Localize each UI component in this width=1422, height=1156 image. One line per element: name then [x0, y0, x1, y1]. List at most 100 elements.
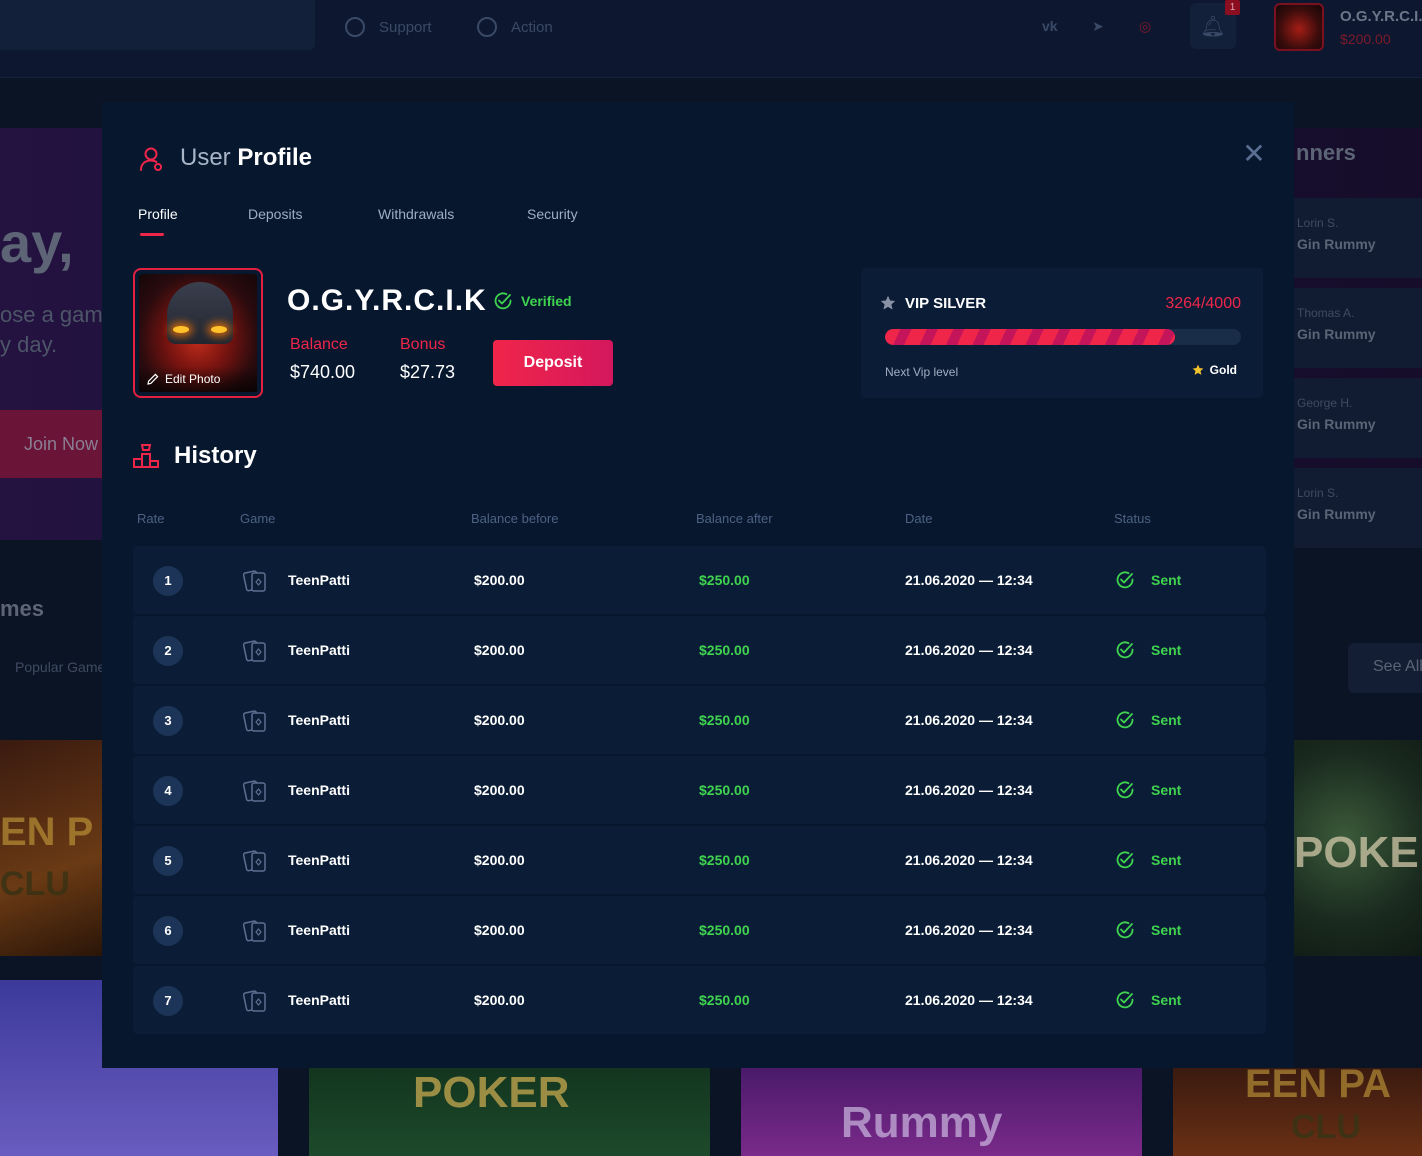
balance-after: $250.00 — [699, 922, 750, 938]
balance-label: Balance — [290, 336, 348, 353]
support-link[interactable]: Support — [345, 16, 432, 38]
telegram-icon[interactable]: ➤ — [1092, 18, 1104, 35]
status-badge: Sent — [1115, 570, 1181, 590]
search-bar[interactable] — [0, 0, 315, 50]
winner-name: Lorin S. — [1297, 486, 1339, 500]
profile-tabs: Profile Deposits Withdrawals Security — [138, 206, 638, 242]
column-header-balance-before: Balance before — [471, 511, 559, 526]
game-name: TeenPatti — [288, 712, 350, 728]
balance-before: $200.00 — [474, 922, 525, 938]
popular-games-filter[interactable]: Popular Game — [15, 659, 105, 675]
playing-cards-icon — [243, 570, 266, 592]
edit-photo-label: Edit Photo — [165, 372, 221, 386]
percent-icon — [477, 17, 497, 37]
table-row[interactable]: 3 TeenPatti $200.00 $250.00 21.06.2020 —… — [133, 686, 1266, 754]
transaction-date: 21.06.2020 — 12:34 — [905, 992, 1033, 1008]
playing-cards-icon — [243, 850, 266, 872]
hero-title: ay, — [0, 211, 74, 274]
status-badge: Sent — [1115, 640, 1181, 660]
game-tile-teenpatti-2[interactable]: EEN PA CLU — [1173, 1068, 1422, 1156]
vip-title: VIP SILVER — [905, 295, 987, 312]
game-name: TeenPatti — [288, 852, 350, 868]
edit-photo-button[interactable]: Edit Photo — [139, 366, 257, 392]
profile-avatar[interactable]: Edit Photo — [133, 268, 263, 398]
instagram-icon[interactable]: ◎ — [1139, 18, 1151, 35]
balance-before: $200.00 — [474, 782, 525, 798]
status-badge: Sent — [1115, 850, 1181, 870]
game-tile-teenpatti[interactable]: EN P CLU — [0, 740, 102, 956]
modal-title-emphasis: Profile — [237, 144, 313, 171]
column-header-date: Date — [905, 511, 933, 526]
tile-title: POKE — [1294, 828, 1419, 877]
transaction-date: 21.06.2020 — 12:34 — [905, 712, 1033, 728]
column-header-status: Status — [1114, 511, 1151, 526]
status-label: Sent — [1151, 782, 1182, 798]
status-check-icon — [1116, 921, 1134, 939]
games-title: mes — [0, 596, 45, 621]
balance-after: $250.00 — [699, 642, 750, 658]
status-badge: Sent — [1115, 990, 1181, 1010]
action-link[interactable]: Action — [477, 16, 553, 38]
game-name: TeenPatti — [288, 572, 350, 588]
column-header-balance-after: Balance after — [696, 511, 773, 526]
table-row[interactable]: 1 TeenPatti $200.00 $250.00 21.06.2020 —… — [133, 546, 1266, 614]
table-row[interactable]: 4 TeenPatti $200.00 $250.00 21.06.2020 —… — [133, 756, 1266, 824]
close-icon[interactable]: ✕ — [1242, 140, 1266, 168]
modal-title: User Profile — [180, 144, 312, 172]
deposit-button[interactable]: Deposit — [493, 340, 613, 386]
table-row[interactable]: 5 TeenPatti $200.00 $250.00 21.06.2020 —… — [133, 826, 1266, 894]
tile-title: EN P — [0, 810, 94, 854]
winner-card: Thomas A. Gin Rummy — [1290, 288, 1422, 368]
bonus-label: Bonus — [400, 336, 446, 353]
hero-subtitle-line: ose a gam — [0, 302, 103, 327]
table-row[interactable]: 6 TeenPatti $200.00 $250.00 21.06.2020 —… — [133, 896, 1266, 964]
header-avatar[interactable] — [1274, 3, 1324, 51]
support-label: Support — [379, 18, 432, 36]
winner-card: George H. Gin Rummy — [1290, 378, 1422, 458]
winner-game: Gin Rummy — [1297, 326, 1376, 342]
modal-title-prefix: User — [180, 144, 238, 171]
transaction-date: 21.06.2020 — 12:34 — [905, 922, 1033, 938]
game-tile-poker-2[interactable]: POKER — [309, 1068, 710, 1156]
avatar-eye — [173, 326, 189, 333]
balance-value: $740.00 — [290, 362, 356, 382]
playing-cards-icon — [243, 640, 266, 662]
active-tab-indicator — [140, 233, 164, 236]
vk-icon[interactable]: vk — [1042, 18, 1058, 34]
action-label: Action — [511, 18, 553, 36]
status-check-icon — [1116, 711, 1134, 729]
rank-badge: 1 — [153, 566, 183, 596]
tile-subtitle: CLU — [1291, 1108, 1361, 1146]
pencil-icon — [147, 373, 159, 385]
table-row[interactable]: 7 TeenPatti $200.00 $250.00 21.06.2020 —… — [133, 966, 1266, 1034]
tab-profile[interactable]: Profile — [138, 206, 178, 222]
vip-progress-fill — [885, 329, 1176, 345]
see-all-button[interactable]: See All — [1348, 643, 1422, 693]
balance-after: $250.00 — [699, 852, 750, 868]
hero-subtitle-line: y day. — [0, 332, 58, 357]
vip-next-level: Gold — [1192, 363, 1237, 377]
avatar-eye — [211, 326, 227, 333]
balance-after: $250.00 — [699, 992, 750, 1008]
balance-after: $250.00 — [699, 572, 750, 588]
header-username: O.G.Y.R.C.I.K — [1340, 8, 1422, 25]
podium-icon — [133, 444, 159, 468]
winners-title: nners — [1296, 140, 1356, 165]
playing-cards-icon — [243, 710, 266, 732]
profile-username: O.G.Y.R.C.I.K — [287, 284, 487, 317]
rank-badge: 3 — [153, 706, 183, 736]
game-tile-gin-rummy[interactable]: Rummy — [741, 1068, 1142, 1156]
vip-card: VIP SILVER 3264/4000 Next Vip level Gold — [861, 268, 1263, 398]
game-tile-poker[interactable]: POKE — [1294, 740, 1422, 956]
balance-after: $250.00 — [699, 782, 750, 798]
tile-title: EEN PA — [1245, 1068, 1391, 1106]
verified-badge: Verified — [493, 291, 572, 311]
tab-security[interactable]: Security — [527, 206, 578, 222]
winner-name: Thomas A. — [1297, 306, 1355, 320]
vip-score: 3264/4000 — [1165, 295, 1241, 312]
vip-star-icon — [880, 295, 896, 310]
table-row[interactable]: 2 TeenPatti $200.00 $250.00 21.06.2020 —… — [133, 616, 1266, 684]
game-name: TeenPatti — [288, 992, 350, 1008]
tab-deposits[interactable]: Deposits — [248, 206, 302, 222]
tab-withdrawals[interactable]: Withdrawals — [378, 206, 454, 222]
